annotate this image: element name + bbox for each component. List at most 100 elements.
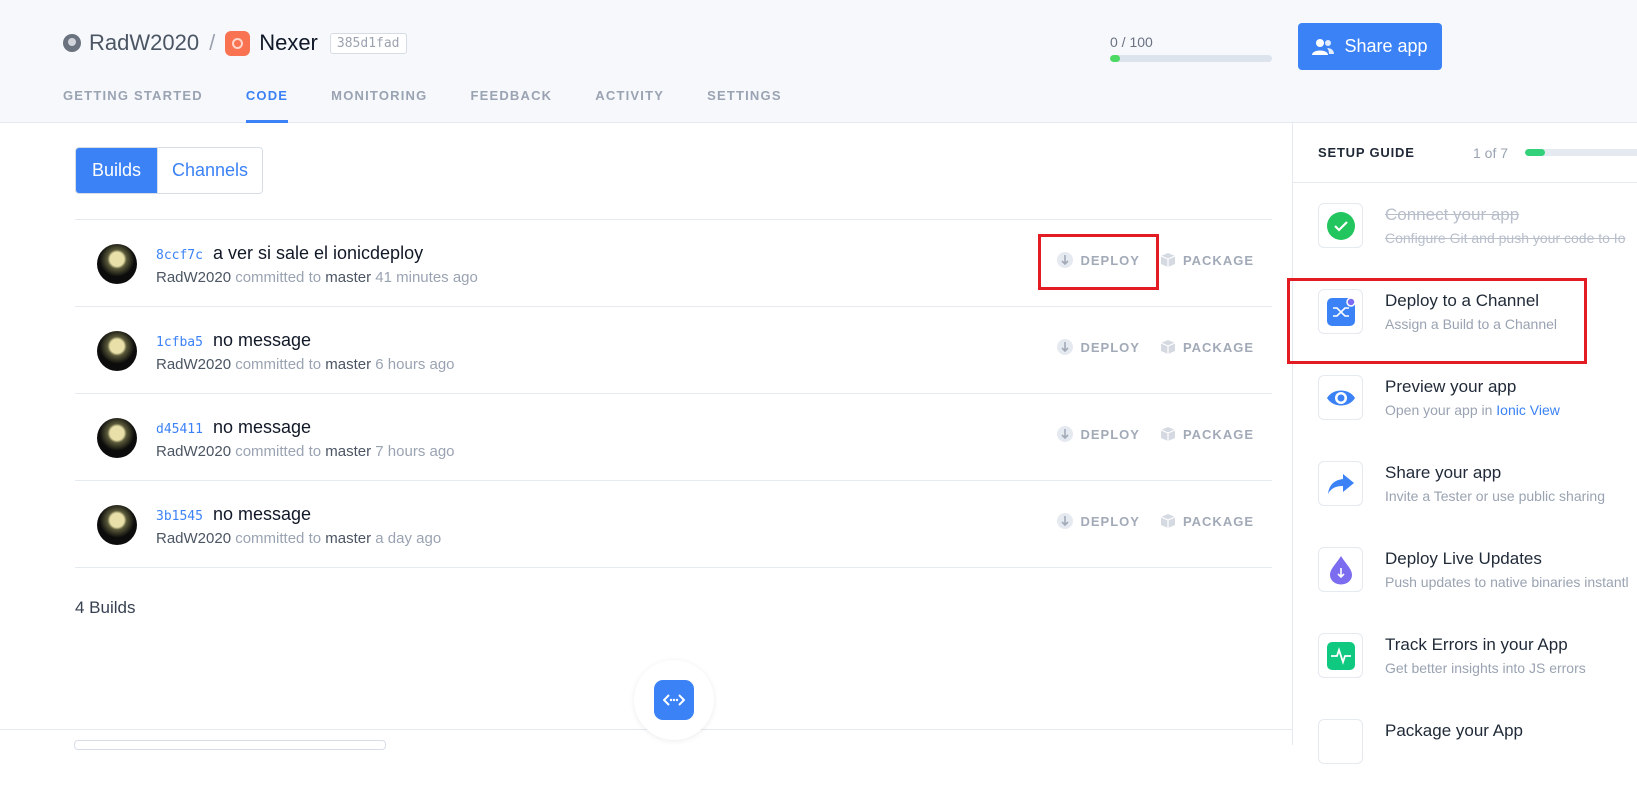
avatar xyxy=(97,418,137,458)
package-button[interactable]: PACKAGE xyxy=(1159,251,1254,269)
usage-bar xyxy=(1110,55,1272,62)
committed-to-text: committed to xyxy=(235,269,322,286)
tab-settings[interactable]: SETTINGS xyxy=(707,84,782,123)
avatar xyxy=(97,505,137,545)
app-name[interactable]: Nexer xyxy=(259,30,318,56)
anchor-icon xyxy=(1057,513,1074,529)
build-row: 3b1545 no message RadW2020 committed to … xyxy=(75,481,1272,568)
deploy-button[interactable]: DEPLOY xyxy=(1056,425,1139,443)
commit-hash-link[interactable]: 8ccf7c xyxy=(156,248,203,263)
guide-item-track-errors[interactable]: Track Errors in your App Get better insi… xyxy=(1293,613,1637,699)
commit-branch: master xyxy=(325,356,372,373)
bottom-field[interactable] xyxy=(74,740,386,750)
guide-title: Deploy to a Channel xyxy=(1385,291,1540,310)
builds-channels-toggle: Builds Channels xyxy=(75,147,263,194)
guide-desc: Configure Git and push your code to Io xyxy=(1385,230,1626,246)
setup-progress-text: 1 of 7 xyxy=(1473,145,1509,161)
commit-author: RadW2020 xyxy=(156,443,232,460)
guide-title: Package your App xyxy=(1385,721,1523,740)
package-icon xyxy=(1160,253,1176,267)
main-tabs: GETTING STARTED CODE MONITORING FEEDBACK… xyxy=(63,84,825,123)
deploy-label: DEPLOY xyxy=(1080,339,1140,355)
org-name-link[interactable]: RadW2020 xyxy=(89,30,199,56)
commit-branch: master xyxy=(325,443,372,460)
package-icon xyxy=(1160,514,1176,528)
pulse-icon xyxy=(1318,633,1363,678)
committed-to-text: committed to xyxy=(235,356,322,373)
deploy-button[interactable]: DEPLOY xyxy=(1056,338,1139,356)
ionic-view-link[interactable]: Ionic View xyxy=(1496,402,1560,418)
tab-monitoring[interactable]: MONITORING xyxy=(331,84,427,123)
commit-hash-link[interactable]: 1cfba5 xyxy=(156,335,203,350)
app-header: RadW2020 / Nexer 385d1fad 0 / 100 Share … xyxy=(0,0,1637,123)
deploy-label: DEPLOY xyxy=(1080,513,1140,529)
setup-guide-title: SETUP GUIDE xyxy=(1318,145,1415,160)
usage-text: 0 / 100 xyxy=(1110,34,1153,50)
app-logo-icon xyxy=(225,30,251,56)
tab-feedback[interactable]: FEEDBACK xyxy=(470,84,552,123)
committed-to-text: committed to xyxy=(235,443,322,460)
drop-icon xyxy=(1318,547,1363,592)
commit-author: RadW2020 xyxy=(156,530,232,547)
tab-getting-started[interactable]: GETTING STARTED xyxy=(63,84,203,123)
commit-hash-link[interactable]: d45411 xyxy=(156,422,203,437)
package-button[interactable]: PACKAGE xyxy=(1159,512,1254,530)
usage-bar-fill xyxy=(1110,55,1120,62)
guide-item-package-app[interactable]: Package your App xyxy=(1293,699,1637,785)
builds-count: 4 Builds xyxy=(75,598,136,617)
deploy-label: DEPLOY xyxy=(1080,252,1140,268)
build-row: 8ccf7c a ver si sale el ionicdeploy RadW… xyxy=(75,220,1272,307)
commit-message: no message xyxy=(212,504,312,524)
code-arrows-icon xyxy=(663,694,685,706)
commit-author: RadW2020 xyxy=(156,269,232,286)
deploy-button[interactable]: DEPLOY xyxy=(1056,512,1139,530)
breadcrumb-separator: / xyxy=(209,30,216,55)
tab-activity[interactable]: ACTIVITY xyxy=(595,84,664,123)
avatar xyxy=(97,244,137,284)
commit-message: a ver si sale el ionicdeploy xyxy=(212,243,424,263)
commit-message: no message xyxy=(212,330,312,350)
commit-meta: RadW2020 committed to master 41 minutes … xyxy=(156,269,478,286)
package-button[interactable]: PACKAGE xyxy=(1159,338,1254,356)
check-circle-icon xyxy=(1318,203,1363,248)
guide-item-deploy-channel[interactable]: Deploy to a Channel Assign a Build to a … xyxy=(1293,269,1637,355)
usage-meter: 0 / 100 xyxy=(1110,34,1272,62)
commit-author: RadW2020 xyxy=(156,356,232,373)
build-row: d45411 no message RadW2020 committed to … xyxy=(75,394,1272,481)
package-label: PACKAGE xyxy=(1182,252,1254,268)
deploy-button[interactable]: DEPLOY xyxy=(1056,251,1139,269)
package-label: PACKAGE xyxy=(1182,513,1254,529)
guide-item-connect-app[interactable]: Connect your app Configure Git and push … xyxy=(1293,183,1637,269)
commit-meta: RadW2020 committed to master a day ago xyxy=(156,530,441,547)
code-fab-button[interactable] xyxy=(634,660,714,740)
commit-time: 6 hours ago xyxy=(375,356,455,373)
setup-progress-bar xyxy=(1525,149,1637,156)
commit-time: 7 hours ago xyxy=(375,443,455,460)
org-avatar-icon xyxy=(63,34,81,52)
guide-desc-text: Open your app in xyxy=(1385,402,1497,418)
commit-hash-link[interactable]: 3b1545 xyxy=(156,509,203,524)
guide-item-live-updates[interactable]: Deploy Live Updates Push updates to nati… xyxy=(1293,527,1637,613)
share-app-button[interactable]: Share app xyxy=(1298,23,1442,70)
guide-item-preview-app[interactable]: Preview your app Open your app in Ionic … xyxy=(1293,355,1637,441)
tab-code[interactable]: CODE xyxy=(245,84,289,123)
deploy-label: DEPLOY xyxy=(1080,426,1140,442)
package-button[interactable]: PACKAGE xyxy=(1159,425,1254,443)
package-icon xyxy=(1160,340,1176,354)
guide-desc: Assign a Build to a Channel xyxy=(1385,316,1557,332)
commit-branch: master xyxy=(325,269,372,286)
setup-guide-panel: SETUP GUIDE 1 of 7 Connect your app Conf… xyxy=(1292,123,1637,764)
guide-item-share-app[interactable]: Share your app Invite a Tester or use pu… xyxy=(1293,441,1637,527)
builds-segment-button[interactable]: Builds xyxy=(76,148,157,193)
package-icon xyxy=(1160,427,1176,441)
guide-desc: Open your app in Ionic View xyxy=(1385,402,1560,418)
package-label: PACKAGE xyxy=(1182,426,1254,442)
channels-segment-button[interactable]: Channels xyxy=(157,148,262,193)
build-list: 8ccf7c a ver si sale el ionicdeploy RadW… xyxy=(75,219,1272,568)
commit-meta: RadW2020 committed to master 7 hours ago xyxy=(156,443,455,460)
guide-title: Preview your app xyxy=(1385,377,1517,396)
guide-desc: Invite a Tester or use public sharing xyxy=(1385,488,1605,504)
guide-title: Deploy Live Updates xyxy=(1385,549,1542,568)
committed-to-text: committed to xyxy=(235,530,322,547)
guide-title: Connect your app xyxy=(1385,205,1520,224)
